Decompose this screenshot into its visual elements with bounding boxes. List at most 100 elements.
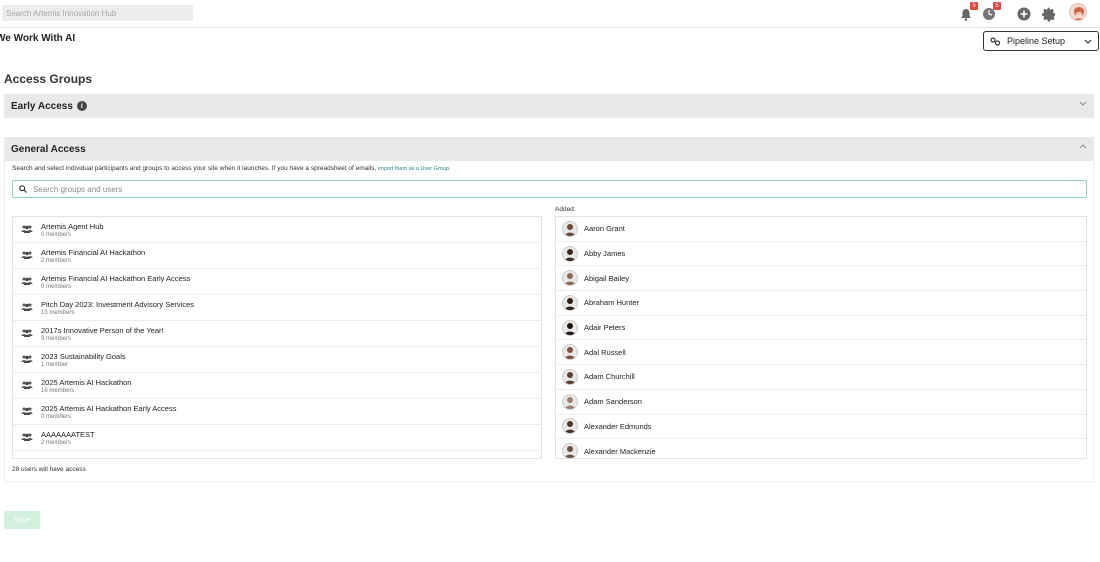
users-group-icon <box>21 303 33 311</box>
user-row[interactable]: Aaron Grant <box>556 217 1086 242</box>
group-name: Artemis Financial AI Hackathon <box>41 248 146 257</box>
group-name: Artemis Financial AI Hackathon Early Acc… <box>41 274 191 283</box>
users-group-icon <box>21 277 33 285</box>
group-name: 2017s Innovative Person of the Year! <box>41 326 164 335</box>
early-access-label: Early Access <box>11 100 73 112</box>
page-title: We Work With AI <box>0 33 76 44</box>
user-row[interactable]: Adal Russell <box>556 340 1086 366</box>
user-name: Adair Peters <box>584 323 626 333</box>
users-group-icon <box>21 251 33 259</box>
search-icon <box>19 185 27 193</box>
user-row[interactable]: Alexander Mackenzie <box>556 439 1086 458</box>
user-avatar <box>562 393 578 410</box>
import-user-group-link[interactable]: import them as a User Group. <box>378 166 450 172</box>
notifications-badge: 5 <box>970 2 978 10</box>
group-row[interactable]: AAAAAAATEST 2 members <box>13 425 541 451</box>
settings-button[interactable] <box>1040 5 1058 23</box>
early-access-header[interactable]: Early Access i <box>4 94 1094 118</box>
notifications-button[interactable]: 5 <box>957 2 978 23</box>
user-avatar <box>562 294 578 311</box>
add-button[interactable] <box>1015 5 1033 23</box>
user-row[interactable]: Adam Churchill <box>556 365 1086 390</box>
users-group-icon <box>21 407 33 415</box>
chevron-down-icon <box>1079 101 1087 106</box>
added-label: Added: <box>555 206 576 213</box>
group-name: Artemis Agent Hub <box>41 222 104 231</box>
group-member-count: 0 members <box>41 414 72 420</box>
pipeline-setup-button[interactable]: Pipeline Setup <box>983 31 1099 51</box>
group-member-count: 16 members <box>41 388 75 394</box>
group-row[interactable]: 2017s Innovative Person of the Year! 9 me… <box>13 321 541 347</box>
top-bar: 5 5 <box>0 0 1100 28</box>
chevron-up-icon <box>1079 144 1087 149</box>
user-name: Adam Churchill <box>584 372 635 382</box>
user-name: Abraham Hunter <box>584 298 640 308</box>
global-search-input[interactable] <box>2 5 193 21</box>
user-name: Abigail Bailey <box>584 273 630 283</box>
avatar-image <box>1073 7 1085 20</box>
users-group-icon <box>21 355 33 363</box>
group-name: Pitch Day 2023: Investment Advisory Serv… <box>41 300 194 309</box>
gear-icon <box>1041 7 1055 21</box>
group-name: 2025 Artemis AI Hackathon <box>41 378 132 387</box>
access-groups-title: Access Groups <box>4 72 93 86</box>
group-member-count: 1 member <box>41 362 69 368</box>
groups-users-search[interactable] <box>12 180 1087 198</box>
user-avatar <box>562 270 578 287</box>
group-name: AAAAAAATEST <box>41 430 95 439</box>
users-group-icon <box>21 329 33 337</box>
user-avatar <box>562 368 578 385</box>
activity-button[interactable]: 5 <box>980 2 1001 23</box>
group-row[interactable]: Artemis Financial AI Hackathon Early Acc… <box>13 269 541 295</box>
group-member-count: 13 members <box>41 310 75 316</box>
group-member-count: 0 members <box>41 284 72 290</box>
user-row[interactable]: Abigail Bailey <box>556 266 1086 292</box>
general-access-header[interactable]: General Access <box>4 137 1094 161</box>
group-row[interactable]: 2023 Sustainability Goals 1 member <box>13 347 541 373</box>
activity-badge: 5 <box>993 2 1001 10</box>
user-avatar <box>562 319 578 336</box>
user-avatar <box>562 418 578 435</box>
user-avatar <box>562 220 578 237</box>
group-row[interactable]: Artemis Agent Hub 0 members <box>13 217 541 243</box>
user-avatar <box>562 344 578 361</box>
save-button[interactable]: Save <box>4 511 40 529</box>
user-avatar <box>562 245 578 262</box>
general-access-description: Search and select individual participant… <box>12 165 451 172</box>
groups-list[interactable]: Artemis Agent Hub 0 members Artemis Financ… <box>12 216 542 459</box>
users-count: 28 users will have access <box>12 466 86 473</box>
user-name: Alexander Mackenzie <box>584 446 656 456</box>
user-row[interactable]: Alexander Edmunds <box>556 415 1086 440</box>
user-avatar[interactable] <box>1069 3 1087 21</box>
added-users-list[interactable]: Aaron Grant Abby James Abigail Bailey Abrah… <box>555 216 1087 459</box>
group-member-count: 2 members <box>41 258 72 264</box>
group-row[interactable]: 2025 Artemis AI Hackathon 16 members <box>13 373 541 399</box>
group-member-count: 2 members <box>41 440 72 446</box>
user-row[interactable]: Adam Sanderson <box>556 390 1086 415</box>
user-name: Abby James <box>584 249 626 259</box>
group-row[interactable]: 2025 Artemis AI Hackathon Early Access 0 … <box>13 399 541 425</box>
plus-circle-icon <box>1017 7 1031 21</box>
group-name: 2023 Sustainability Goals <box>41 352 126 361</box>
group-name: 2025 Artemis AI Hackathon Early Access <box>41 404 177 413</box>
user-row[interactable]: Abby James <box>556 242 1086 267</box>
pipeline-setup-label: Pipeline Setup <box>1007 36 1066 46</box>
chevron-down-icon <box>1084 39 1092 44</box>
user-name: Alexander Edmunds <box>584 421 652 431</box>
users-group-icon <box>21 433 33 441</box>
group-row[interactable]: Artemis Financial AI Hackathon 2 members <box>13 243 541 269</box>
group-member-count: 0 members <box>41 232 72 238</box>
general-access-panel: Search and select individual participant… <box>4 161 1094 482</box>
user-name: Aaron Grant <box>584 224 625 234</box>
user-name: Adal Russell <box>584 347 626 357</box>
group-row[interactable]: Pitch Day 2023: Investment Advisory Serv… <box>13 295 541 321</box>
user-name: Adam Sanderson <box>584 397 642 407</box>
user-row[interactable]: Abraham Hunter <box>556 291 1086 316</box>
user-avatar <box>562 443 578 458</box>
group-member-count: 9 members <box>41 336 72 342</box>
gears-icon <box>990 36 1001 46</box>
general-access-label: General Access <box>11 143 86 155</box>
groups-users-search-input[interactable] <box>33 184 933 194</box>
user-row[interactable]: Adair Peters <box>556 316 1086 341</box>
info-icon[interactable]: i <box>76 101 87 111</box>
